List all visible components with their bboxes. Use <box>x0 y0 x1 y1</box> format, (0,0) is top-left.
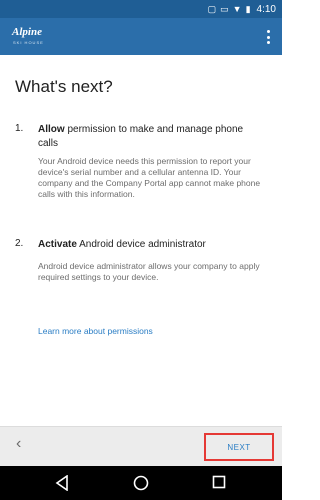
step-heading-bold: Allow <box>38 124 65 135</box>
bottom-action-bar: ‹ NEXT <box>0 426 282 466</box>
step-description: Your Android device needs this permissio… <box>38 156 261 199</box>
wifi-icon: ▼ <box>232 3 242 14</box>
step-heading-rest: Android device administrator <box>76 239 206 250</box>
step-heading-bold: Activate <box>38 239 77 250</box>
step-heading-rest: permission to make and manage phone call… <box>38 124 244 149</box>
recents-square-icon[interactable] <box>212 475 226 489</box>
step-heading: Allow permission to make and manage phon… <box>38 123 258 151</box>
app-logo: Alpine <box>12 26 42 38</box>
app-bar: Alpine SKI HOUSE <box>0 18 282 55</box>
step-number: 2. <box>15 238 24 249</box>
page-title: What's next? <box>15 77 113 96</box>
next-button-label: NEXT <box>227 442 251 452</box>
step-heading: Activate Android device administrator <box>38 238 258 252</box>
status-time: 4:10 <box>256 3 276 15</box>
next-button[interactable]: NEXT <box>204 433 274 461</box>
home-circle-icon[interactable] <box>133 475 149 491</box>
vibrate-icon: ▢ <box>207 3 217 14</box>
no-sim-icon: ▭ <box>220 3 229 14</box>
back-triangle-icon[interactable] <box>55 475 69 491</box>
chevron-left-icon[interactable]: ‹ <box>16 435 21 453</box>
battery-icon: ▮ <box>245 3 251 14</box>
status-bar: ▢ ▭ ▼ ▮ 4:10 <box>0 0 282 18</box>
overflow-menu-icon[interactable] <box>266 30 270 44</box>
step-number: 1. <box>15 123 24 134</box>
learn-more-link[interactable]: Learn more about permissions <box>38 326 153 336</box>
step-description: Android device administrator allows your… <box>38 261 260 282</box>
system-nav-bar <box>0 466 282 500</box>
app-logo-subtext: SKI HOUSE <box>13 40 44 45</box>
